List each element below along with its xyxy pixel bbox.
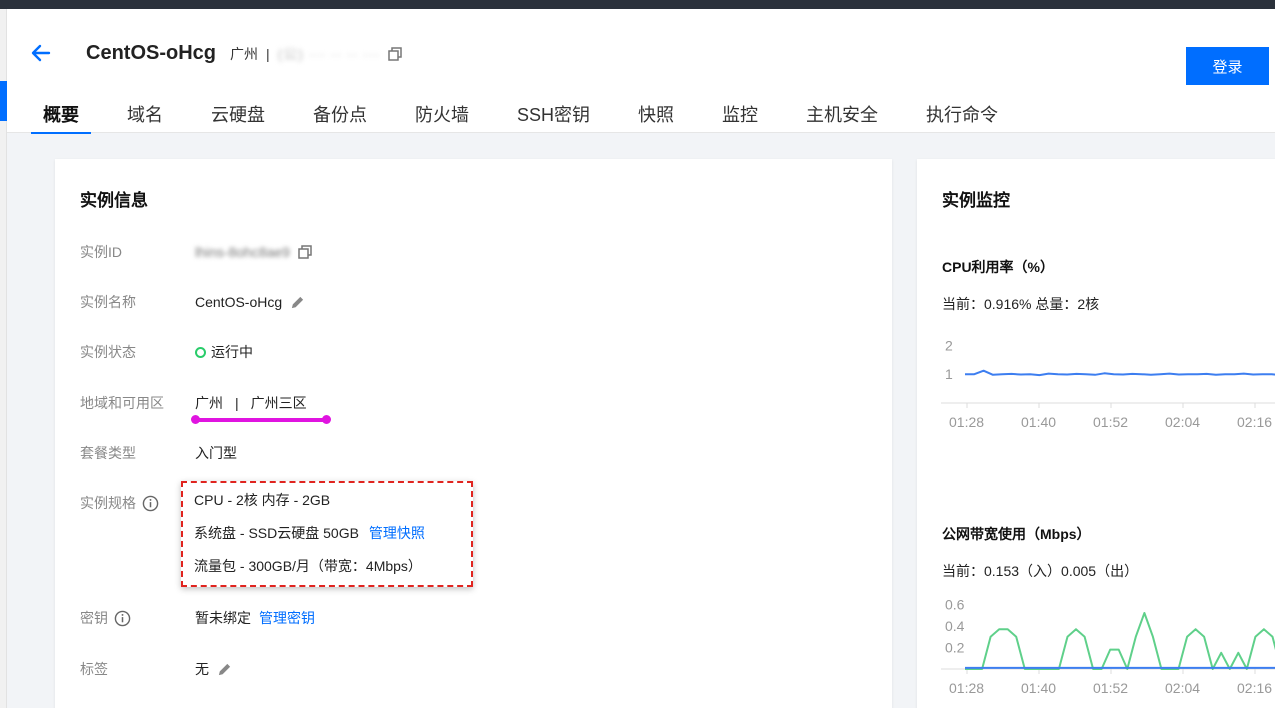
series-line-0 <box>965 369 1275 377</box>
tab-overview[interactable]: 概要 <box>29 101 93 134</box>
tab-host-security[interactable]: 主机安全 <box>792 101 892 133</box>
y-tick-label: 1 <box>945 366 953 382</box>
row-instance-status: 实例状态 运行中 <box>80 342 253 362</box>
tab-domain[interactable]: 域名 <box>113 101 177 133</box>
tag-value: 无 <box>195 661 209 677</box>
info-icon[interactable] <box>142 495 159 512</box>
status-dot-icon <box>195 346 206 358</box>
spec-cpu-memory: CPU - 2核 内存 - 2GB <box>194 491 331 508</box>
page-header: CentOS-oHcg 广州 | (公) ··· ·· ·· ··· 登录 概要… <box>7 9 1275 134</box>
copy-icon[interactable] <box>298 245 312 259</box>
spec-system-disk: 系统盘 - SSD云硬盘 50GB <box>194 524 359 541</box>
edit-pencil-icon[interactable] <box>217 662 232 677</box>
plan-type-value: 入门型 <box>195 445 237 461</box>
row-instance-id: 实例ID lhins-8ohc8ae9 <box>80 242 312 262</box>
cpu-chart-title: CPU利用率（%） <box>942 259 1055 275</box>
instance-name-label: 实例名称 <box>80 294 136 310</box>
tab-backup[interactable]: 备份点 <box>299 101 381 133</box>
instance-name-value: CentOS-oHcg <box>195 294 283 310</box>
copy-icon[interactable] <box>388 47 402 61</box>
key-value: 暂未绑定 <box>195 610 251 626</box>
manage-key-link[interactable]: 管理密钥 <box>259 608 315 628</box>
instance-info-title: 实例信息 <box>80 191 148 210</box>
y-tick-label: 2 <box>945 337 953 353</box>
series-line-0 <box>965 612 1275 670</box>
region-separator: | <box>235 395 239 411</box>
x-tick-label: 01:28 <box>949 414 984 430</box>
tab-ssh-key[interactable]: SSH密钥 <box>503 101 604 133</box>
bandwidth-chart-title: 公网带宽使用（Mbps） <box>942 526 1091 542</box>
manage-snapshot-link[interactable]: 管理快照 <box>369 523 425 543</box>
x-tick-label: 02:04 <box>1165 414 1200 430</box>
region-value: 广州 <box>195 395 223 411</box>
plan-type-label: 套餐类型 <box>80 445 136 461</box>
top-bar <box>0 0 1275 9</box>
tab-firewall[interactable]: 防火墙 <box>401 101 483 133</box>
bandwidth-usage-chart: 0.2 0.4 0.6 01:28 01:40 01:52 02:04 02:16 <box>941 596 1275 696</box>
row-tag: 标签 无 <box>80 659 232 679</box>
magenta-underline-annotation <box>191 415 331 424</box>
x-tick-label: 02:16 <box>1237 680 1272 696</box>
x-tick-label: 02:16 <box>1237 414 1272 430</box>
spec-traffic-package: 流量包 - 300GB/月（带宽：4Mbps） <box>194 557 422 574</box>
tab-snapshot[interactable]: 快照 <box>624 101 688 133</box>
row-region-zone: 地域和可用区 广州 | 广州三区 <box>80 393 307 413</box>
row-instance-name: 实例名称 CentOS-oHcg <box>80 292 305 312</box>
x-tick-label: 01:28 <box>949 680 984 696</box>
cpu-usage-chart: 1 2 01:28 01:40 01:52 02:04 02:16 <box>941 337 1275 430</box>
header-separator: | <box>266 46 270 62</box>
instance-monitor-card: 实例监控 CPU利用率（%） 当前：0.916% 总量：2核 1 2 01:28 01… <box>917 159 1275 708</box>
bandwidth-current-value: 当前：0.153（入）0.005（出） <box>942 563 1139 579</box>
header-public-ip: (公) ··· ·· ·· ··· <box>277 46 381 62</box>
login-button[interactable]: 登录 <box>1186 47 1269 85</box>
tab-monitor[interactable]: 监控 <box>708 101 772 133</box>
tab-bar: 概要 域名 云硬盘 备份点 防火墙 SSH密钥 快照 监控 主机安全 执行命令 <box>29 101 1032 134</box>
y-tick-label: 0.6 <box>945 596 965 612</box>
spec-values: CPU - 2核 内存 - 2GB 系统盘 - SSD云硬盘 50GB 管理快照… <box>194 483 425 582</box>
row-key: 密钥 暂未绑定 管理密钥 <box>80 608 315 628</box>
cpu-current-value: 当前：0.916% 总量：2核 <box>942 296 1100 312</box>
tab-cloud-disk[interactable]: 云硬盘 <box>197 101 279 133</box>
left-nav-active-indicator <box>0 81 7 121</box>
tab-run-command[interactable]: 执行命令 <box>912 101 1012 133</box>
region-zone-label: 地域和可用区 <box>80 395 164 411</box>
edit-pencil-icon[interactable] <box>290 295 305 310</box>
x-tick-label: 01:52 <box>1093 680 1128 696</box>
y-tick-label: 0.4 <box>945 618 965 634</box>
instance-subinfo: 广州 | (公) ··· ·· ·· ··· <box>230 44 402 64</box>
row-plan-type: 套餐类型 入门型 <box>80 443 237 463</box>
back-arrow-icon[interactable] <box>29 41 53 65</box>
left-nav-strip <box>0 9 7 708</box>
instance-status-value: 运行中 <box>211 344 253 360</box>
x-tick-label: 01:40 <box>1021 414 1056 430</box>
instance-status-label: 实例状态 <box>80 344 136 360</box>
zone-value: 广州三区 <box>250 395 307 411</box>
page-title: CentOS-oHcg <box>86 42 216 64</box>
x-tick-label: 02:04 <box>1165 680 1200 696</box>
header-region: 广州 <box>230 46 258 62</box>
x-tick-label: 01:52 <box>1093 414 1128 430</box>
instance-monitor-title: 实例监控 <box>942 191 1010 210</box>
spec-label: 实例规格 <box>80 495 136 511</box>
info-icon[interactable] <box>114 610 131 627</box>
row-spec: 实例规格 <box>80 493 195 513</box>
x-tick-label: 01:40 <box>1021 680 1056 696</box>
instance-id-value: lhins-8ohc8ae9 <box>195 244 290 260</box>
instance-id-label: 实例ID <box>80 244 122 260</box>
y-tick-label: 0.2 <box>945 639 965 655</box>
tag-label: 标签 <box>80 661 108 677</box>
key-label: 密钥 <box>80 610 108 626</box>
instance-info-card: 实例信息 实例ID lhins-8ohc8ae9 实例名称 CentOS-oHc… <box>55 159 892 708</box>
